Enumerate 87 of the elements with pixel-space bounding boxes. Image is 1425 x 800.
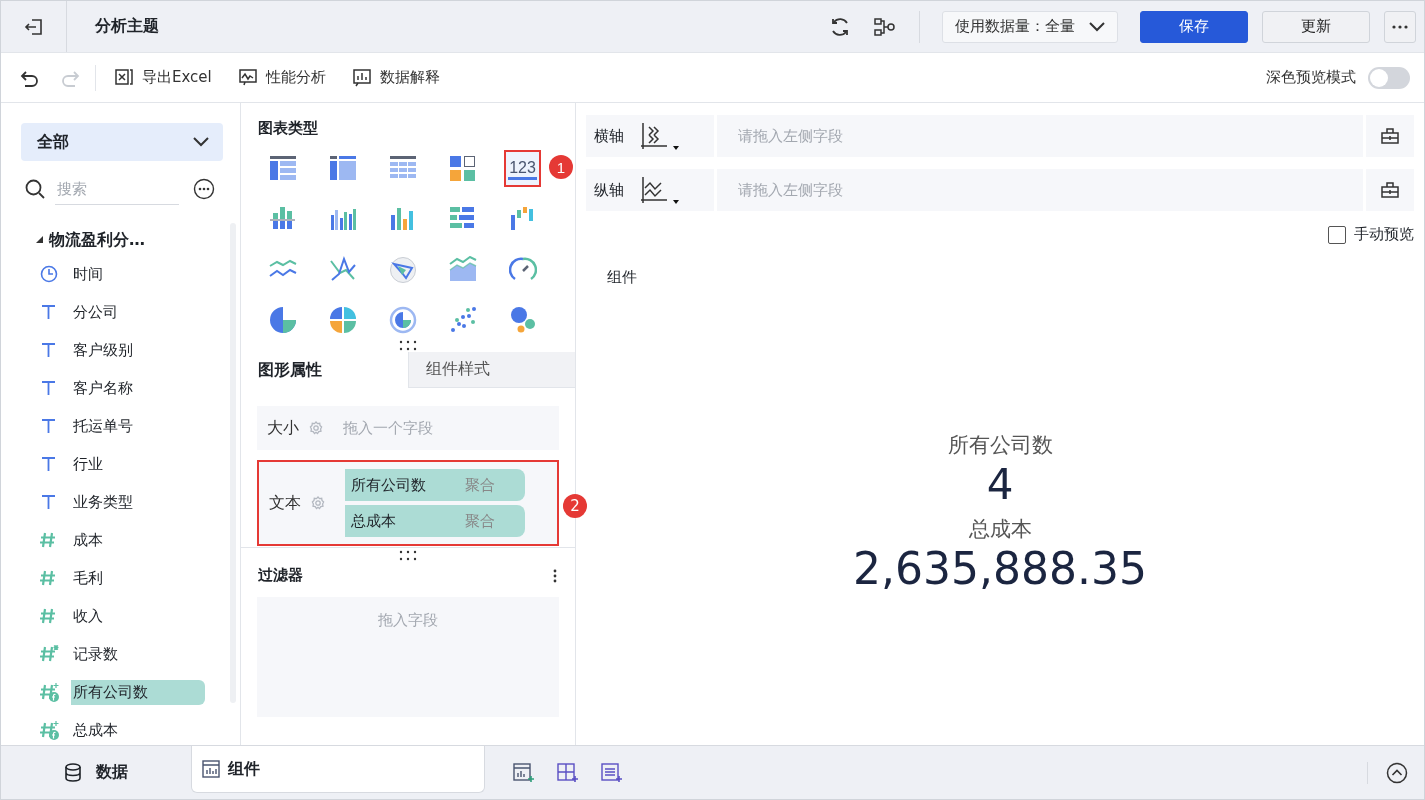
more-vertical-icon[interactable] [553, 568, 557, 583]
field-item[interactable]: 成本 [71, 527, 205, 553]
pie-chart-icon [328, 306, 357, 334]
callout-badge: 1 [549, 155, 573, 179]
update-button[interactable]: 更新 [1262, 10, 1370, 43]
toolbox-icon[interactable] [1381, 182, 1399, 198]
bar-chart-icon [351, 68, 372, 87]
search-icon [25, 179, 45, 199]
table-name[interactable]: 物流盈利分… [49, 229, 145, 251]
crosstab-icon [328, 154, 357, 183]
axis-label: 横轴 [594, 126, 624, 146]
area-chart-icon [448, 255, 477, 284]
field-chip[interactable]: 总成本 聚合 [345, 505, 525, 537]
well-label: 文本 [269, 492, 302, 514]
clock-icon [39, 264, 59, 284]
bottom-tab[interactable]: 组件 [191, 746, 485, 793]
drag-handle-icon[interactable] [399, 340, 417, 351]
panel-tab[interactable]: 组件样式 [407, 352, 575, 388]
field-item[interactable]: 毛利 [71, 565, 205, 591]
metric-value: 4 [986, 459, 1014, 511]
bottom-tab[interactable]: 数据 [1, 746, 191, 799]
database-icon [64, 763, 82, 782]
dark-preview-toggle[interactable] [1368, 66, 1410, 89]
toolbar-button[interactable]: 数据解释 [351, 68, 440, 87]
undo-icon[interactable] [19, 68, 39, 87]
more-button[interactable] [1384, 10, 1416, 43]
line-chart-icon [328, 255, 357, 284]
chip-name: 总成本 [351, 511, 396, 531]
add-grid-icon[interactable] [557, 762, 579, 783]
filter-dropdown[interactable]: 全部 [21, 123, 223, 161]
drag-handle-icon[interactable] [399, 550, 417, 561]
section-title: 图表类型 [258, 119, 319, 138]
metric-label: 所有公司数 [947, 432, 1053, 459]
calculated-field-icon [39, 720, 59, 740]
monitor-icon [237, 68, 258, 87]
data-volume-dropdown[interactable]: 使用数据量：全量 [942, 10, 1118, 43]
dark-preview-label: 深色预览模式 [1266, 68, 1356, 87]
chip-name: 所有公司数 [351, 475, 426, 495]
callout-badge: 2 [563, 494, 587, 518]
metric-value: 2,635,888.35 [853, 543, 1147, 595]
field-chip[interactable]: 所有公司数 聚合 [345, 469, 525, 501]
field-item[interactable]: 总成本 [71, 717, 205, 743]
bubble-chart-icon [508, 306, 537, 334]
blocks-icon [448, 154, 477, 183]
table-icon [268, 154, 297, 183]
scatter-plot-icon [448, 306, 477, 334]
checkbox-label: 手动预览 [1354, 225, 1414, 244]
chart-panel-icon [202, 759, 220, 779]
expanded-caret-icon[interactable] [35, 236, 43, 244]
collapse-up-icon[interactable] [1386, 761, 1408, 784]
calculated-field-icon [39, 682, 59, 702]
component-title: 组件 [607, 268, 638, 287]
metric-label: 总成本 [968, 516, 1032, 543]
add-chart-icon[interactable] [513, 762, 535, 783]
chevron-down-icon [193, 137, 209, 147]
search-field[interactable]: 搜索 [55, 173, 179, 205]
toolbox-icon[interactable] [1381, 128, 1399, 144]
field-item[interactable]: 客户名称 [71, 375, 205, 401]
add-list-icon[interactable] [601, 762, 623, 783]
well-label: 大小 [267, 417, 300, 439]
toolbar-button[interactable]: 导出Excel [114, 68, 212, 87]
count-field-icon [39, 644, 59, 664]
save-button[interactable]: 保存 [1140, 10, 1248, 43]
field-item[interactable]: 托运单号 [71, 413, 205, 439]
field-item[interactable]: 分公司 [71, 299, 205, 325]
page-title: 分析主题 [95, 16, 160, 37]
exit-icon[interactable] [23, 16, 44, 37]
field-item[interactable]: 业务类型 [71, 489, 205, 515]
toolbar-button[interactable]: 性能分析 [237, 68, 326, 87]
flow-icon[interactable] [873, 15, 895, 38]
radar-chart-icon [388, 255, 417, 284]
field-item[interactable]: 时间 [71, 261, 205, 287]
refresh-icon[interactable] [829, 15, 851, 38]
field-item[interactable]: 所有公司数 [71, 679, 205, 705]
more-icon [1392, 24, 1408, 29]
section-title: 过滤器 [258, 566, 303, 585]
field-item[interactable]: 客户级别 [71, 337, 205, 363]
more-icon[interactable] [193, 178, 215, 200]
ring-chart-icon [388, 306, 417, 334]
checkbox[interactable] [1328, 225, 1346, 244]
field-item[interactable]: 记录数 [71, 641, 205, 667]
axis-label: 纵轴 [594, 180, 624, 200]
pie-chart-icon [268, 306, 297, 334]
field-item[interactable]: 行业 [71, 451, 205, 477]
excel-icon [114, 68, 134, 87]
field-item[interactable]: 收入 [71, 603, 205, 629]
chevron-down-icon [1089, 21, 1105, 32]
